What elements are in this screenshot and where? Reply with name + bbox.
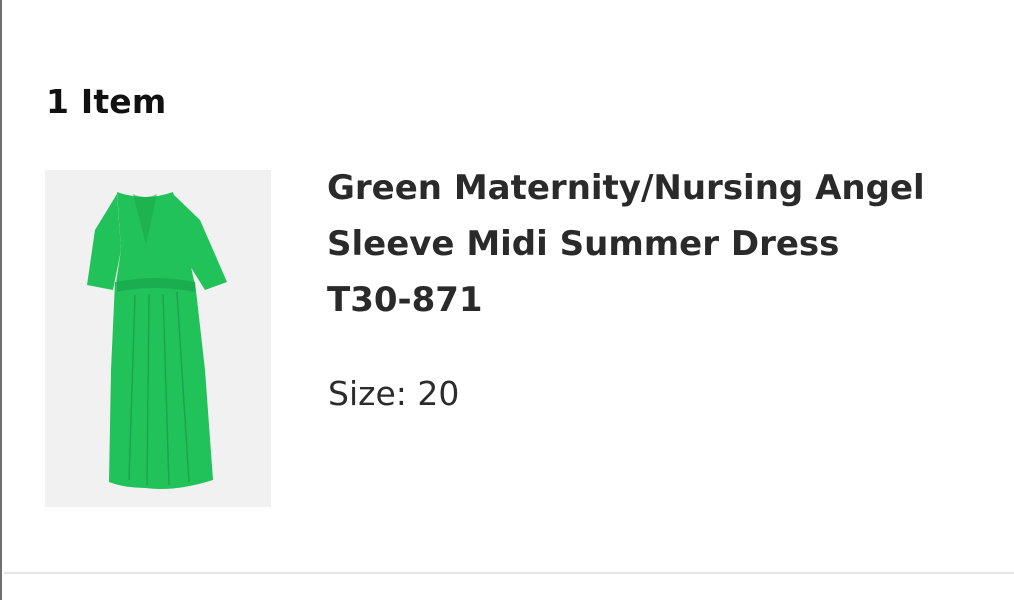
dress-image bbox=[87, 192, 227, 489]
product-thumbnail[interactable] bbox=[45, 170, 271, 507]
divider bbox=[4, 572, 1014, 574]
product-title[interactable]: Green Maternity/Nursing Angel Sleeve Mid… bbox=[327, 160, 967, 328]
product-name-line-2: Sleeve Midi Summer Dress bbox=[327, 224, 840, 264]
product-size: Size: 20 bbox=[328, 374, 460, 413]
product-name-line-1: Green Maternity/Nursing Angel bbox=[327, 168, 925, 208]
dress-shape bbox=[87, 192, 227, 489]
item-count-heading: 1 Item bbox=[46, 82, 167, 121]
product-code: T30-871 bbox=[327, 280, 483, 320]
basket-panel: 1 Item Green Maternity/Nursing Angel Sle… bbox=[0, 0, 1014, 600]
